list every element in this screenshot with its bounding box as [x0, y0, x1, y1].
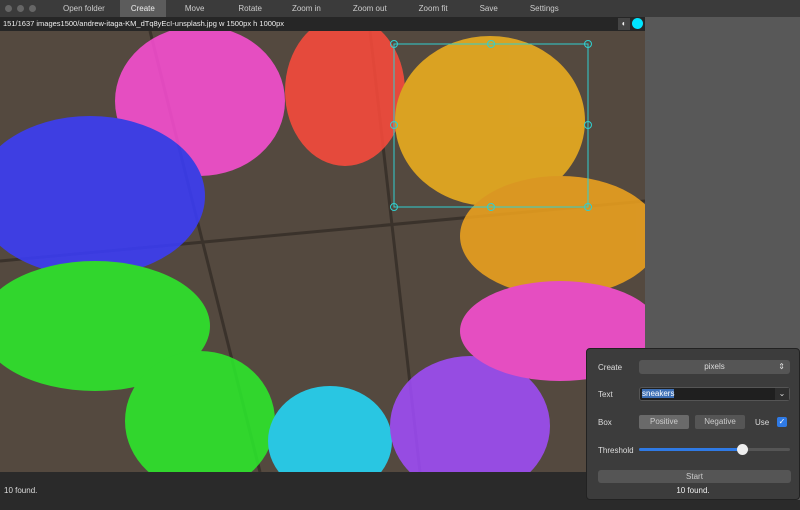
positive-button[interactable]: Positive — [639, 415, 689, 429]
create-button[interactable]: Create — [120, 0, 166, 17]
box-label: Box — [598, 418, 612, 427]
zoom-fit-button[interactable]: Zoom fit — [408, 0, 459, 17]
status-text: 10 found. — [0, 472, 645, 500]
image-info: 151/1637 images1500/andrew-itaga-KM_dTq8… — [0, 17, 645, 31]
minimize-window-icon[interactable] — [17, 5, 24, 12]
chevron-down-icon[interactable]: ⌄ — [775, 388, 789, 400]
use-label: Use — [755, 418, 769, 427]
text-input-value: sneakers — [642, 389, 674, 398]
rotate-button[interactable]: Rotate — [227, 0, 273, 17]
found-count: 10 found. — [587, 486, 799, 495]
zoom-in-button[interactable]: Zoom in — [281, 0, 332, 17]
toolbar: Open folder Create Move Rotate Zoom in Z… — [0, 0, 800, 17]
zoom-out-button[interactable]: Zoom out — [342, 0, 398, 17]
contrast-toggle-icon[interactable]: ◐ — [618, 18, 630, 30]
start-button[interactable]: Start — [598, 470, 791, 483]
updown-chevron-icon: ⇕ — [778, 360, 785, 374]
move-button[interactable]: Move — [174, 0, 216, 17]
threshold-slider[interactable] — [639, 448, 790, 451]
mask-color-swatch[interactable] — [632, 18, 643, 29]
close-window-icon[interactable] — [5, 5, 12, 12]
threshold-label: Threshold — [598, 446, 634, 455]
image-canvas[interactable] — [0, 31, 645, 472]
create-select[interactable]: pixels ⇕ — [639, 360, 790, 374]
create-label: Create — [598, 363, 622, 372]
slider-knob[interactable] — [737, 444, 748, 455]
use-checkbox[interactable]: ✓ — [777, 417, 787, 427]
save-button[interactable]: Save — [469, 0, 509, 17]
settings-button[interactable]: Settings — [519, 0, 570, 17]
create-panel: Create pixels ⇕ Text sneakers ⌄ Box Positi… — [586, 348, 800, 500]
negative-button[interactable]: Negative — [695, 415, 745, 429]
text-label: Text — [598, 390, 613, 399]
create-select-value: pixels — [704, 362, 724, 371]
open-folder-button[interactable]: Open folder — [52, 0, 116, 17]
text-input[interactable]: sneakers ⌄ — [639, 387, 790, 401]
zoom-window-icon[interactable] — [29, 5, 36, 12]
